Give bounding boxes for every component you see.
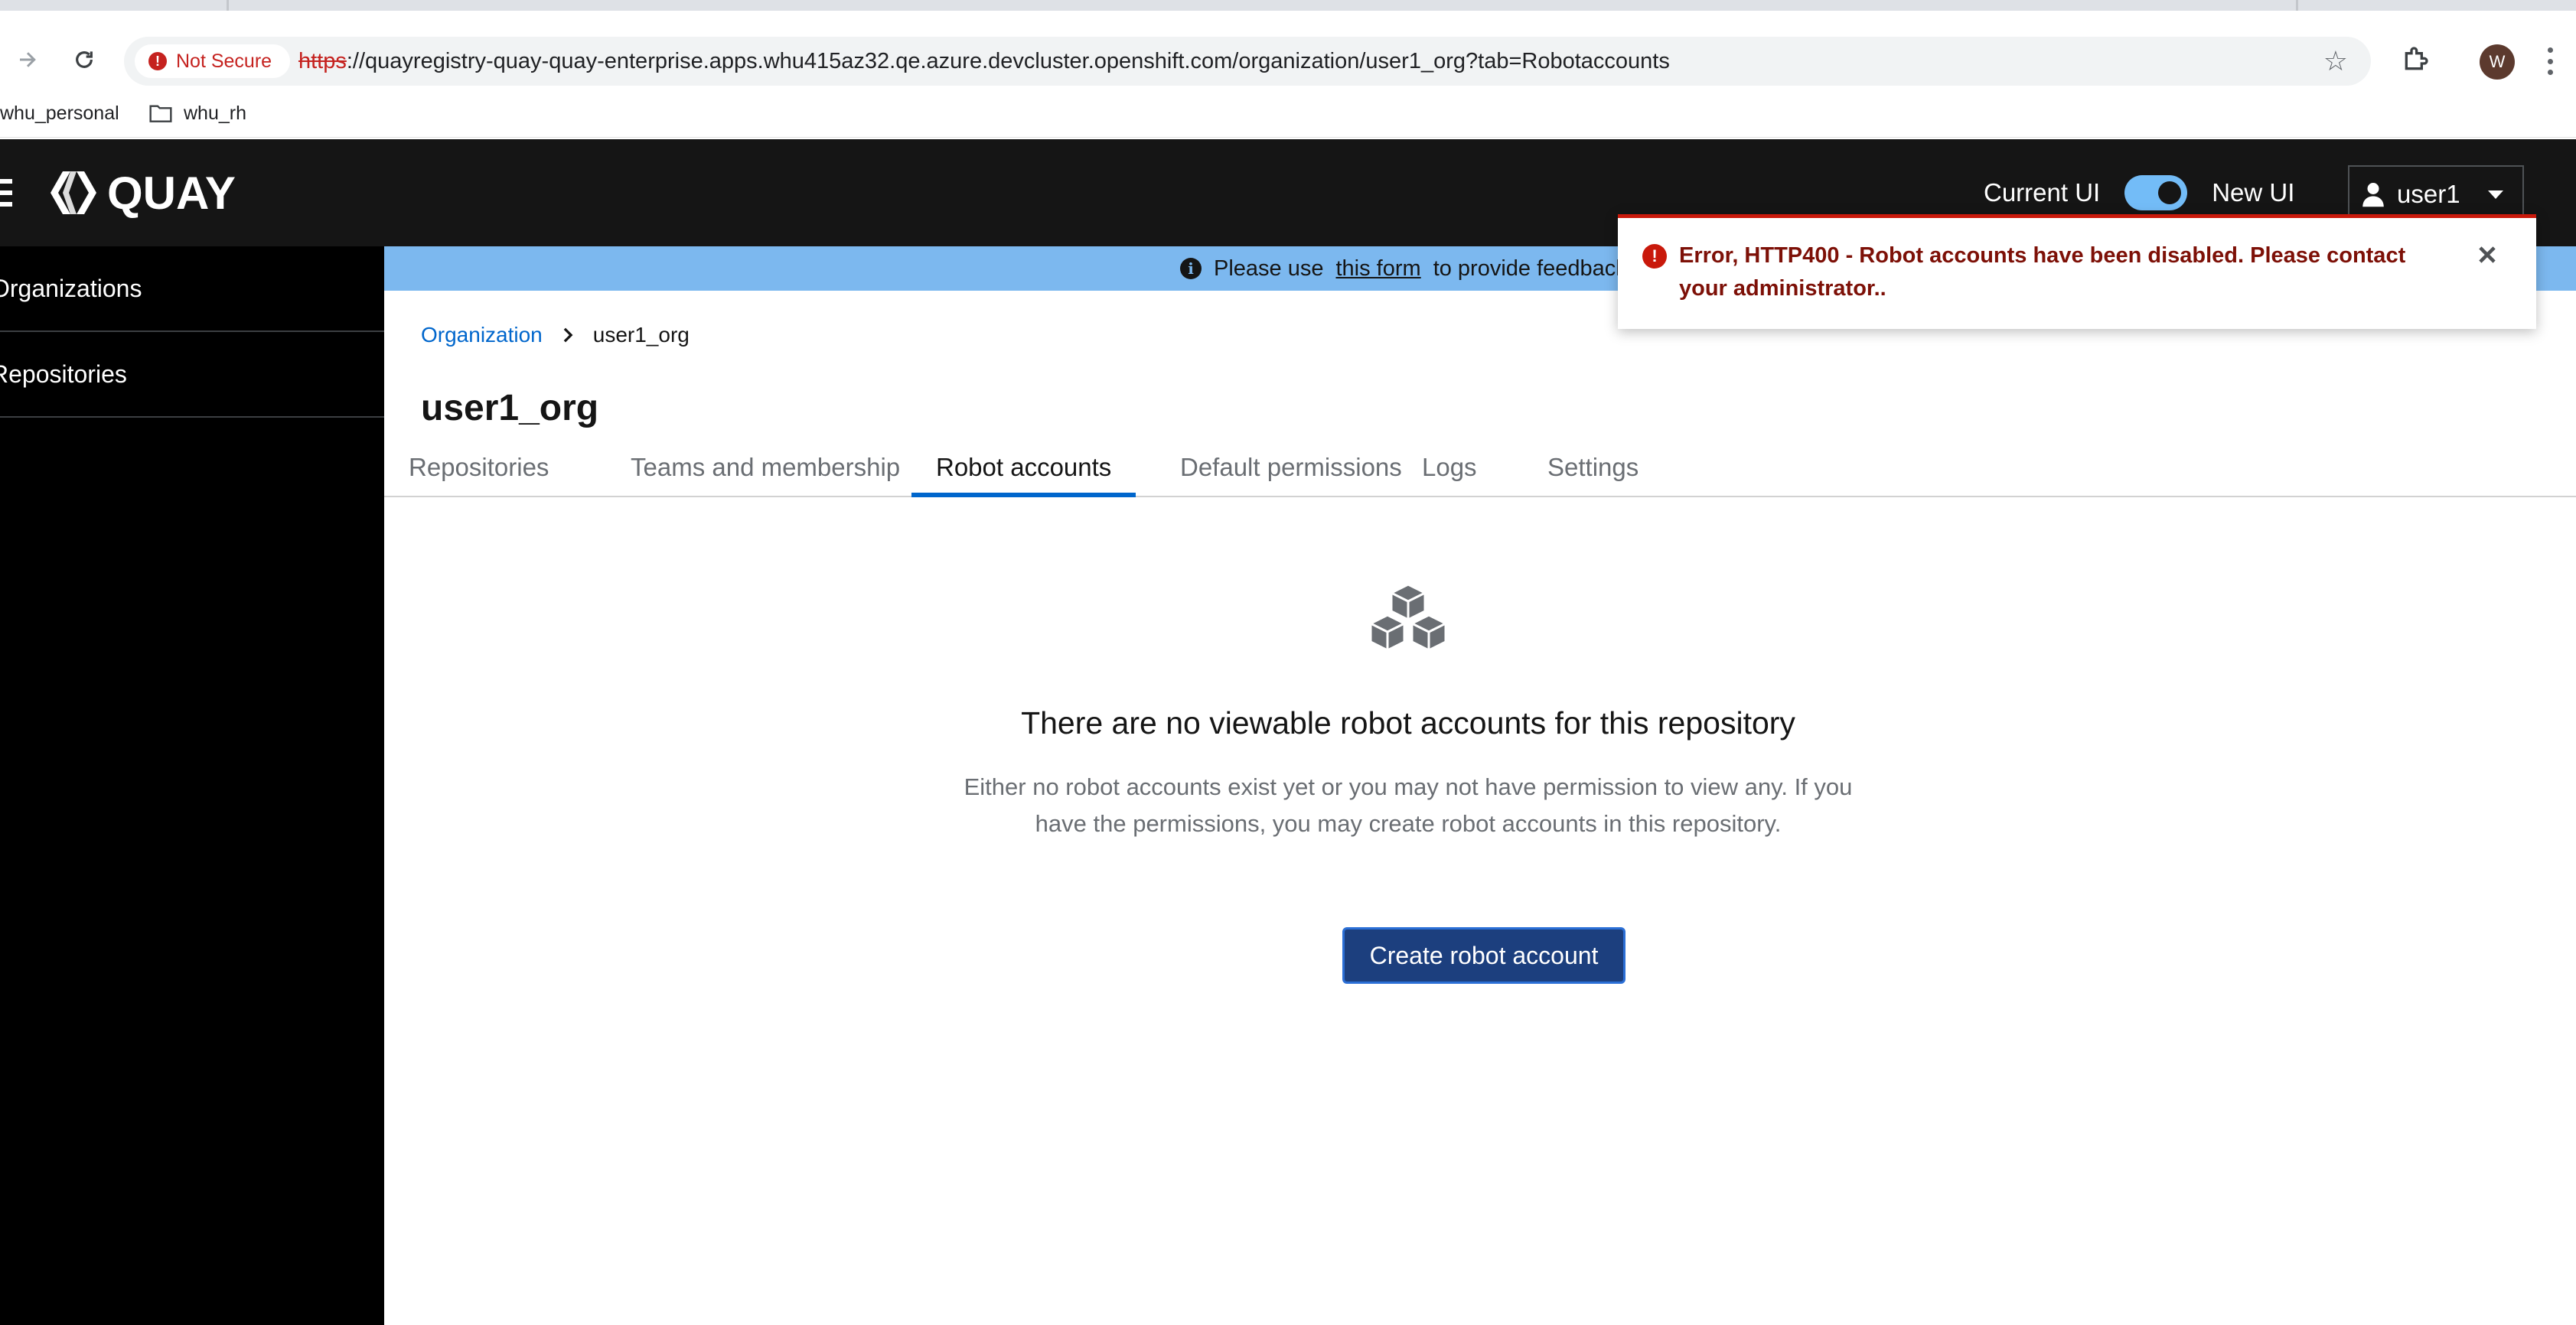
bookmark-label: whu_rh [184, 102, 246, 124]
banner-text: Please use [1214, 256, 1324, 281]
empty-state-title: There are no viewable robot accounts for… [1021, 705, 1795, 741]
create-robot-account-button[interactable]: Create robot account [1342, 927, 1625, 984]
quay-logo[interactable]: QUAY [47, 164, 236, 222]
profile-avatar[interactable]: W [2480, 44, 2515, 80]
tab-settings[interactable]: Settings [1523, 442, 1663, 497]
url-scheme: https [298, 49, 347, 73]
cubes-icon [1369, 583, 1447, 652]
ui-version-toggle: Current UI New UI [1984, 173, 2294, 213]
quay-logo-icon [51, 171, 96, 214]
warning-icon: ! [148, 52, 167, 70]
tab-repositories[interactable]: Repositories [384, 442, 573, 497]
sidebar-item-label: Organizations [0, 274, 142, 302]
banner-text: to provide feedback o [1433, 256, 1645, 281]
current-ui-label: Current UI [1984, 178, 2101, 207]
bookmark-star-icon[interactable]: ☆ [2323, 47, 2348, 75]
browser-toolbar: ! Not Secure https://quayregistry-quay-q… [0, 11, 2576, 90]
page-title: user1_org [421, 388, 599, 428]
tab-divider [2296, 0, 2298, 11]
tab-default-permissions[interactable]: Default permissions [1156, 442, 1427, 497]
bookmark-label: whu_personal [0, 102, 119, 124]
tab-divider [227, 0, 229, 11]
hamburger-menu-icon[interactable] [0, 179, 12, 207]
breadcrumb: Organization user1_org [421, 320, 690, 350]
empty-state: There are no viewable robot accounts for… [918, 581, 1898, 842]
tab-robot-accounts[interactable]: Robot accounts [911, 442, 1136, 497]
reload-icon[interactable] [69, 44, 99, 75]
breadcrumb-organization-link[interactable]: Organization [421, 323, 543, 347]
logo-text: QUAY [107, 167, 236, 219]
sidebar-item-organizations[interactable]: Organizations [0, 246, 384, 332]
empty-state-body: Either no robot accounts exist yet or yo… [964, 773, 1853, 837]
bookmark-item[interactable]: whu_personal [0, 96, 119, 130]
url-rest: ://quayregistry-quay-quay-enterprise.app… [346, 49, 1670, 73]
browser-tabstrip [0, 0, 2576, 11]
tab-teams-and-membership[interactable]: Teams and membership [606, 442, 924, 497]
sidebar-item-repositories[interactable]: Repositories [0, 332, 384, 418]
sidebar: Organizations Repositories [0, 246, 384, 1325]
bookmark-folder[interactable]: whu_rh [148, 96, 246, 130]
browser-menu-icon[interactable] [2545, 47, 2555, 75]
info-icon: i [1180, 258, 1202, 279]
user-icon [2362, 183, 2384, 207]
new-ui-label: New UI [2212, 178, 2295, 207]
address-bar[interactable]: ! Not Secure https://quayregistry-quay-q… [124, 37, 2371, 86]
ui-switch[interactable] [2124, 175, 2188, 210]
exclamation-circle-icon: ! [1642, 244, 1667, 269]
close-icon[interactable] [2472, 239, 2503, 270]
tab-logs[interactable]: Logs [1397, 442, 1502, 497]
extensions-icon[interactable] [2400, 44, 2431, 75]
caret-down-icon [2487, 190, 2503, 199]
security-label: Not Secure [176, 50, 272, 72]
user-name: user1 [2397, 180, 2460, 208]
chevron-right-icon [563, 327, 573, 343]
feedback-form-link[interactable]: this form [1336, 256, 1421, 282]
alert-message: Error, HTTP400 - Robot accounts have bee… [1679, 243, 2406, 301]
forward-icon[interactable] [12, 44, 43, 75]
url-text[interactable]: https://quayregistry-quay-quay-enterpris… [298, 37, 1670, 86]
security-chip[interactable]: ! Not Secure [135, 44, 291, 78]
sidebar-item-label: Repositories [0, 360, 127, 388]
breadcrumb-current: user1_org [592, 323, 690, 347]
bookmarks-bar: whu_personal whu_rh [0, 90, 2576, 138]
org-tabs: Repositories Teams and membership Robot … [384, 442, 2576, 497]
folder-icon [149, 105, 172, 122]
error-alert: ! Error, HTTP400 - Robot accounts have b… [1618, 214, 2536, 329]
